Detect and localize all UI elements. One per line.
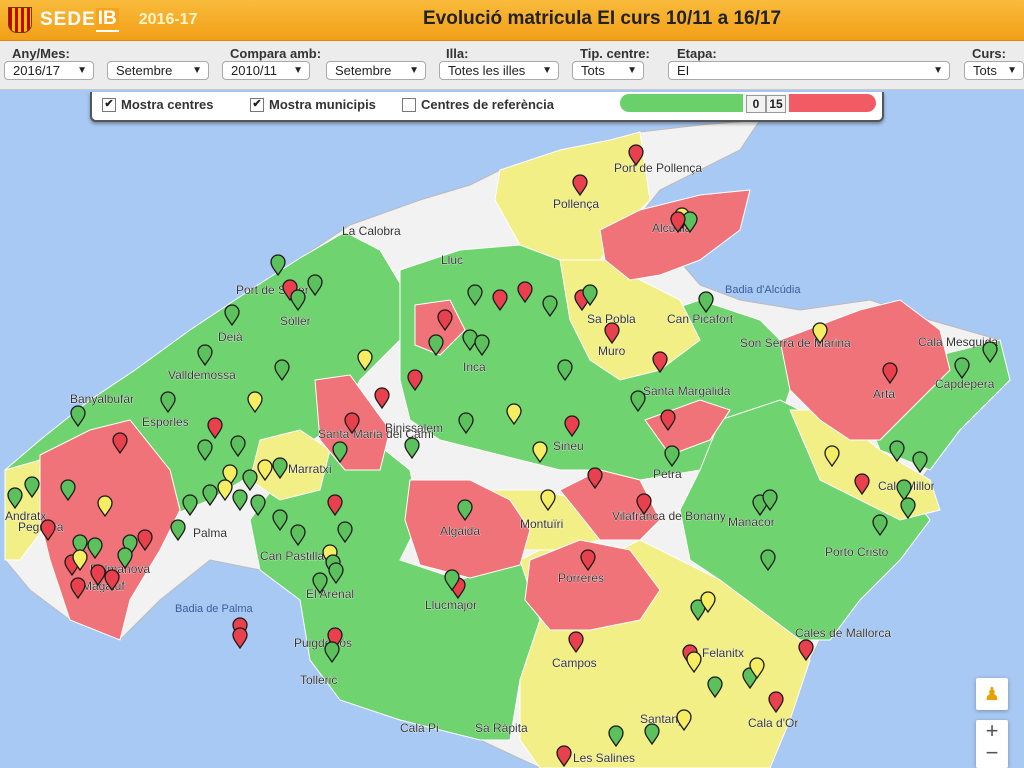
zoom-out-button[interactable]: − xyxy=(976,742,1008,764)
town-label: Esporles xyxy=(142,415,189,429)
select-month-value: Setembre xyxy=(116,63,173,78)
town-label: Muro xyxy=(598,344,626,358)
select-stage[interactable]: EI ▼ xyxy=(668,61,950,80)
slider-handle-high[interactable]: 15 xyxy=(766,95,786,113)
town-label: Sóller xyxy=(280,314,311,328)
map-canvas[interactable]: Badia d'Alcúdia Badia de Palma Port de P… xyxy=(0,90,1024,768)
town-label: Les Salines xyxy=(573,751,635,765)
town-label: Santa Margalida xyxy=(643,384,731,398)
town-label: Cales de Mallorca xyxy=(795,626,891,640)
label-curs: Curs: xyxy=(972,46,1006,61)
town-label: Pollença xyxy=(553,197,599,211)
select-compare-year[interactable]: 2010/11 ▼ xyxy=(222,61,310,80)
town-label: Marratxí xyxy=(288,462,333,476)
town-label: Sa Ràpita xyxy=(475,721,528,735)
slider-handle-low[interactable]: 0 xyxy=(746,95,766,113)
brand-sede: SEDE xyxy=(40,9,96,30)
toggle-centres-referencia[interactable]: Centres de referència xyxy=(402,97,554,112)
label-tip-centre: Tip. centre: xyxy=(580,46,650,61)
town-label: Porto Cristo xyxy=(825,545,889,559)
town-label: Deià xyxy=(218,330,243,344)
sea-label-palma: Badia de Palma xyxy=(175,603,254,615)
town-label: Cala Pi xyxy=(400,721,439,735)
brand-ib: IB xyxy=(95,8,119,32)
select-compare-month[interactable]: Setembre ▼ xyxy=(326,61,426,80)
town-label: Banyalbufar xyxy=(70,392,134,406)
dropdown-arrow-icon: ▼ xyxy=(77,65,87,76)
select-course-value: Tots xyxy=(973,63,997,78)
dropdown-arrow-icon: ▼ xyxy=(293,65,303,76)
town-label: Port de Pollença xyxy=(614,161,702,175)
select-centre-type-value: Tots xyxy=(581,63,605,78)
town-label: Son Serra de Marina xyxy=(740,336,851,350)
select-island[interactable]: Totes les illes ▼ xyxy=(439,61,559,80)
dropdown-arrow-icon: ▼ xyxy=(627,65,637,76)
select-month[interactable]: Setembre ▼ xyxy=(107,61,209,80)
map-view[interactable]: Badia d'Alcúdia Badia de Palma Port de P… xyxy=(0,90,1024,768)
zoom-control: + − xyxy=(976,720,1008,768)
town-label: Lluc xyxy=(441,253,463,267)
sea-label-alcudia: Badia d'Alcúdia xyxy=(725,284,801,296)
town-label: Palma xyxy=(193,526,227,540)
select-stage-value: EI xyxy=(677,63,690,78)
checkbox-checked-icon: ✔ xyxy=(102,97,116,112)
select-year-value: 2016/17 xyxy=(13,63,60,78)
pegman-streetview-icon[interactable]: ♟ xyxy=(976,678,1008,710)
town-label: Campos xyxy=(552,656,597,670)
town-label: Llucmajor xyxy=(425,598,477,612)
town-label: Can Picafort xyxy=(667,312,734,326)
toggle-mostra-centres-label: Mostra centres xyxy=(121,97,214,112)
town-label: Tolleric xyxy=(300,673,337,687)
town-label: Inca xyxy=(463,360,486,374)
label-any-mes: Any/Mes: xyxy=(12,46,70,61)
town-label: Can Pastilla xyxy=(260,549,324,563)
map-controls-panel: ✔ Mostra centres ✔ Mostra municipis Centre… xyxy=(90,92,884,122)
checkbox-empty-icon xyxy=(402,97,416,112)
select-centre-type[interactable]: Tots ▼ xyxy=(572,61,644,80)
town-label: Manacor xyxy=(728,515,775,529)
town-label: Algaida xyxy=(440,524,480,538)
town-label: Valldemossa xyxy=(168,368,236,382)
app-header: SEDE IB 2016-17 Evolució matricula EI cu… xyxy=(0,0,1024,41)
toggle-mostra-municipis[interactable]: ✔ Mostra municipis xyxy=(250,97,376,112)
dropdown-arrow-icon: ▼ xyxy=(933,65,943,76)
label-etapa: Etapa: xyxy=(677,46,717,61)
town-label: Sineu xyxy=(553,439,584,453)
school-year: 2016-17 xyxy=(138,11,198,28)
dropdown-arrow-icon: ▼ xyxy=(1007,65,1017,76)
dropdown-arrow-icon: ▼ xyxy=(409,65,419,76)
checkbox-checked-icon: ✔ xyxy=(250,97,264,112)
coat-of-arms-icon xyxy=(8,7,32,33)
town-label: Puigderrós xyxy=(294,636,352,650)
town-label: Vilafranca de Bonany xyxy=(612,509,726,523)
toggle-mostra-centres[interactable]: ✔ Mostra centres xyxy=(102,97,213,112)
town-label: Porreres xyxy=(558,571,604,585)
select-course[interactable]: Tots ▼ xyxy=(964,61,1024,80)
town-label: Felanitx xyxy=(702,646,744,660)
select-year[interactable]: 2016/17 ▼ xyxy=(4,61,94,80)
select-island-value: Totes les illes xyxy=(448,63,526,78)
sedeib-logo[interactable]: SEDE IB 2016-17 xyxy=(8,6,197,34)
dropdown-arrow-icon: ▼ xyxy=(542,65,552,76)
toggle-mostra-municipis-label: Mostra municipis xyxy=(269,97,376,112)
town-label: Capdepera xyxy=(935,377,995,391)
label-compara: Compara amb: xyxy=(230,46,322,61)
town-label: Montuïri xyxy=(520,517,563,531)
filter-bar: Any/Mes: 2016/17 ▼ Setembre ▼ Compara amb:… xyxy=(0,41,1024,90)
toggle-centres-referencia-label: Centres de referència xyxy=(421,97,554,112)
town-label: Santa Maria del Camí xyxy=(318,427,435,441)
town-label: Cala d'Or xyxy=(748,716,798,730)
town-label: La Calobra xyxy=(342,224,401,238)
select-compare-month-value: Setembre xyxy=(335,63,392,78)
town-label: Artà xyxy=(873,387,895,401)
town-label: Magaluf xyxy=(82,579,125,593)
town-label: El Arenal xyxy=(306,587,354,601)
zoom-in-button[interactable]: + xyxy=(976,720,1008,742)
label-illa: Illa: xyxy=(446,46,469,61)
select-compare-year-value: 2010/11 xyxy=(231,63,278,78)
dropdown-arrow-icon: ▼ xyxy=(192,65,202,76)
town-label: Petra xyxy=(653,467,682,481)
school-marker-icon[interactable] xyxy=(232,627,248,650)
